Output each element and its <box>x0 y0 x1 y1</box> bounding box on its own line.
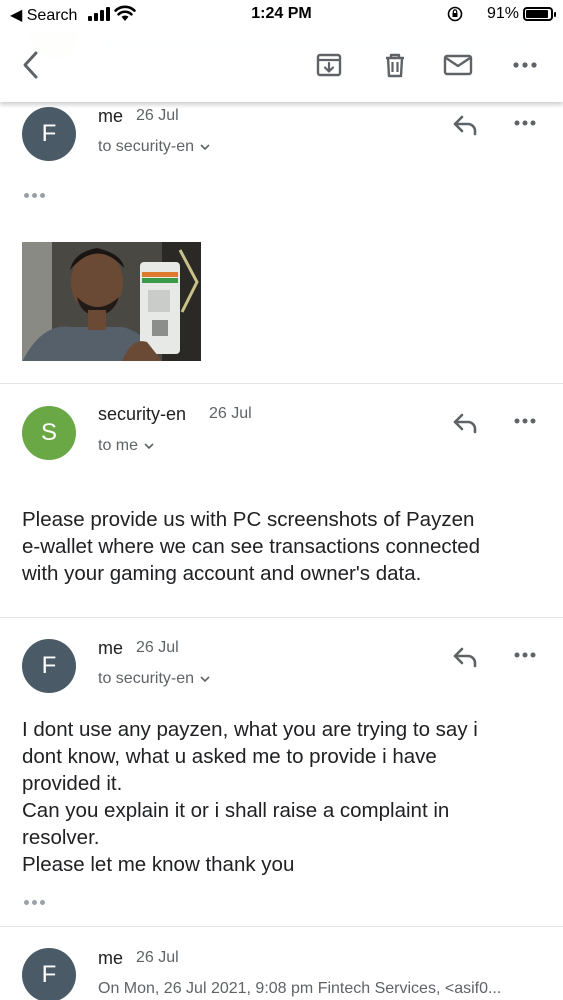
recipient-details[interactable]: to me <box>98 437 154 455</box>
message-date: 26 Jul <box>136 639 179 656</box>
message-body-line: Can you explain it or i shall raise a co… <box>22 799 450 822</box>
message-more-icon[interactable] <box>508 408 542 434</box>
avatar: F <box>22 948 76 1000</box>
avatar: S <box>22 406 76 460</box>
message-body-line: provided it. <box>22 772 123 795</box>
message-divider <box>0 383 563 384</box>
avatar: F <box>22 639 76 693</box>
reply-icon[interactable] <box>448 112 482 138</box>
message-body-line: resolver. <box>22 826 100 849</box>
archive-icon[interactable] <box>314 50 344 80</box>
message-body: Please provide us with PC screenshots of… <box>22 506 480 587</box>
mail-icon[interactable] <box>443 50 473 80</box>
show-trimmed-content-button[interactable] <box>24 895 50 909</box>
reply-icon[interactable] <box>448 644 482 670</box>
status-time: 1:24 PM <box>251 5 312 22</box>
message-date: 26 Jul <box>136 949 179 966</box>
message-date: 26 Jul <box>209 405 252 422</box>
message-more-icon[interactable] <box>508 110 542 136</box>
message-preview: On Mon, 26 Jul 2021, 9:08 pm Fintech Ser… <box>98 980 502 997</box>
message-body-line: e-wallet where we can see transactions c… <box>22 535 481 558</box>
status-bar: ◀ Search 1:24 PM 91% <box>0 0 563 30</box>
message-body-line: I dont use any payzen, what you are tryi… <box>22 718 478 741</box>
message-body-line: with your gaming account and owner's dat… <box>22 562 422 585</box>
recipient-details[interactable]: to security-en <box>98 670 210 688</box>
attached-photo[interactable] <box>22 242 201 361</box>
back-arrow-icon[interactable] <box>16 50 46 80</box>
sender-name[interactable]: me <box>98 106 123 127</box>
message-date: 26 Jul <box>136 107 179 124</box>
sender-name[interactable]: security-en <box>98 404 186 425</box>
battery-percentage: 91% <box>486 5 519 22</box>
recipient-details[interactable]: to security-en <box>98 138 210 156</box>
battery-icon <box>523 7 556 21</box>
message-body-line: Please provide us with PC screenshots of… <box>22 508 475 531</box>
message-toolbar <box>0 30 563 102</box>
message-divider <box>0 617 563 618</box>
message-divider <box>0 926 563 927</box>
chevron-down-icon <box>200 144 210 151</box>
avatar: F <box>22 107 76 161</box>
message-body: I dont use any payzen, what you are tryi… <box>22 716 478 878</box>
orientation-lock-icon <box>447 6 463 22</box>
show-trimmed-content-button[interactable] <box>24 188 50 202</box>
chevron-down-icon <box>200 676 210 683</box>
sender-name[interactable]: me <box>98 948 123 969</box>
sender-name[interactable]: me <box>98 638 123 659</box>
reply-icon[interactable] <box>448 410 482 436</box>
chevron-down-icon <box>144 443 154 450</box>
trash-icon[interactable] <box>380 50 410 80</box>
more-horizontal-icon[interactable] <box>510 50 540 80</box>
message-body-line: dont know, what u asked me to provide i … <box>22 745 437 768</box>
message-more-icon[interactable] <box>508 642 542 668</box>
message-body-line: Please let me know thank you <box>22 853 295 876</box>
